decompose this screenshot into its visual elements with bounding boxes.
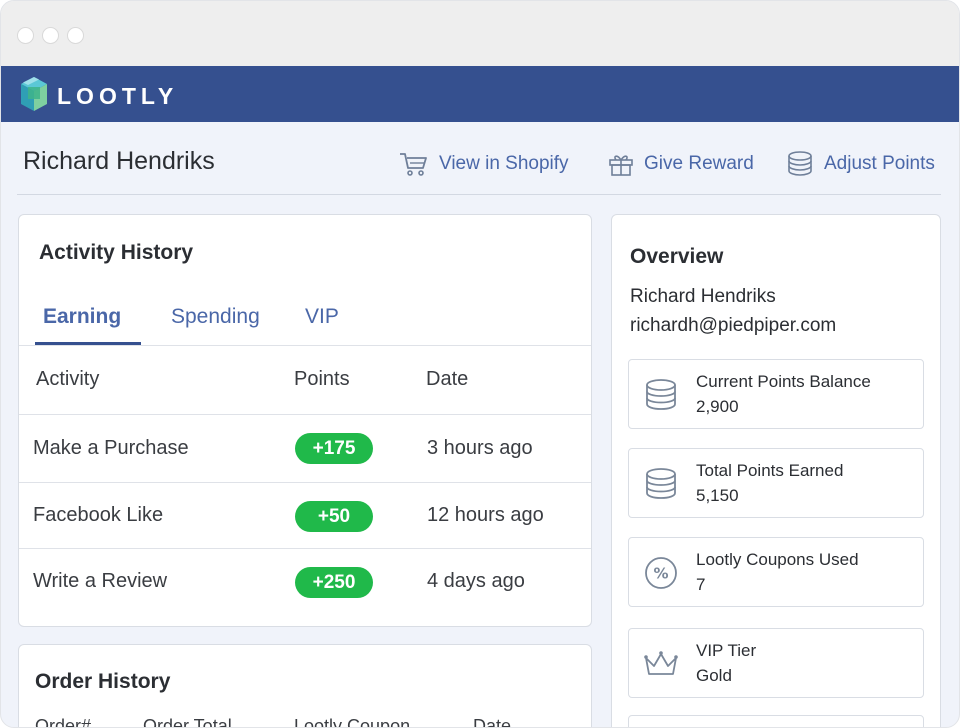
column-header-date: Date: [426, 368, 469, 390]
column-header-points: Points: [294, 368, 350, 390]
stat-total-points-earned: Total Points Earned 5,150: [628, 448, 924, 518]
stat-label: Lootly Coupons Used: [696, 550, 859, 569]
cart-icon: [400, 153, 427, 176]
activity-cell: Make a Purchase: [33, 437, 189, 459]
app-window: LOOTLY Richard Hendriks View in Shopify …: [0, 0, 960, 728]
coins-icon: [646, 379, 676, 410]
order-column-header: Lootly Coupon: [294, 716, 411, 728]
order-column-header: Date: [473, 716, 512, 728]
stat-card-partial: [628, 715, 924, 727]
stat-value: 7: [696, 575, 706, 594]
brand-name: LOOTLY: [57, 83, 179, 109]
stat-lootly-coupons-used: % Lootly Coupons Used 7: [628, 537, 924, 607]
tabs-divider: [19, 345, 591, 346]
points-badge: +250: [295, 567, 373, 598]
stat-value: Gold: [696, 666, 732, 685]
stat-value: 5,150: [696, 486, 739, 505]
browser-titlebar: [1, 1, 959, 66]
row-divider: [19, 482, 591, 483]
points-badge: +50: [295, 501, 373, 532]
stat-vip-tier: VIP Tier Gold: [628, 628, 924, 698]
activity-history-title: Activity History: [39, 241, 194, 264]
activity-cell: Write a Review: [33, 570, 168, 592]
activity-cell: Facebook Like: [33, 504, 164, 526]
give-reward-button[interactable]: Give Reward: [608, 151, 754, 177]
adjust-points-label: Adjust Points: [824, 153, 935, 174]
stat-current-points-balance: Current Points Balance 2,900: [628, 359, 924, 429]
overview-customer-name: Richard Hendriks: [630, 286, 776, 307]
date-cell: 4 days ago: [427, 570, 525, 592]
coins-icon: [646, 468, 676, 499]
stat-value: 2,900: [696, 397, 739, 416]
tab-vip[interactable]: VIP: [305, 305, 339, 329]
overview-customer-email: richardh@piedpiper.com: [630, 315, 837, 336]
date-cell: 12 hours ago: [427, 504, 544, 526]
header-divider: [17, 194, 941, 195]
stat-label: Current Points Balance: [696, 372, 871, 391]
stat-label: Total Points Earned: [696, 461, 844, 480]
window-maximize-dot[interactable]: [67, 27, 84, 44]
column-header-activity: Activity: [36, 368, 100, 390]
lootly-logo-icon: [21, 77, 47, 111]
gift-icon: [609, 155, 633, 176]
percent-icon: %: [645, 557, 677, 589]
adjust-points-button[interactable]: Adjust Points: [786, 151, 935, 177]
activity-history-card: [18, 214, 592, 627]
view-in-shopify-label: View in Shopify: [439, 153, 569, 174]
order-column-header: Order#: [35, 716, 92, 728]
date-cell: 3 hours ago: [427, 437, 533, 459]
coins-icon: [788, 151, 812, 176]
view-in-shopify-button[interactable]: View in Shopify: [399, 151, 569, 177]
table-header-divider: [19, 414, 591, 415]
order-column-header: Order Total: [143, 716, 232, 728]
crown-icon: [644, 651, 678, 675]
tab-earning[interactable]: Earning: [43, 305, 121, 329]
order-history-title: Order History: [35, 670, 171, 693]
row-divider: [19, 548, 591, 549]
customer-name: Richard Hendriks: [23, 147, 215, 175]
window-close-dot[interactable]: [17, 27, 34, 44]
stat-label: VIP Tier: [696, 641, 757, 660]
svg-text:%: %: [653, 565, 668, 583]
tab-spending[interactable]: Spending: [171, 305, 260, 329]
overview-title: Overview: [630, 245, 724, 268]
points-badge: +175: [295, 433, 373, 464]
window-minimize-dot[interactable]: [42, 27, 59, 44]
give-reward-label: Give Reward: [644, 153, 754, 174]
